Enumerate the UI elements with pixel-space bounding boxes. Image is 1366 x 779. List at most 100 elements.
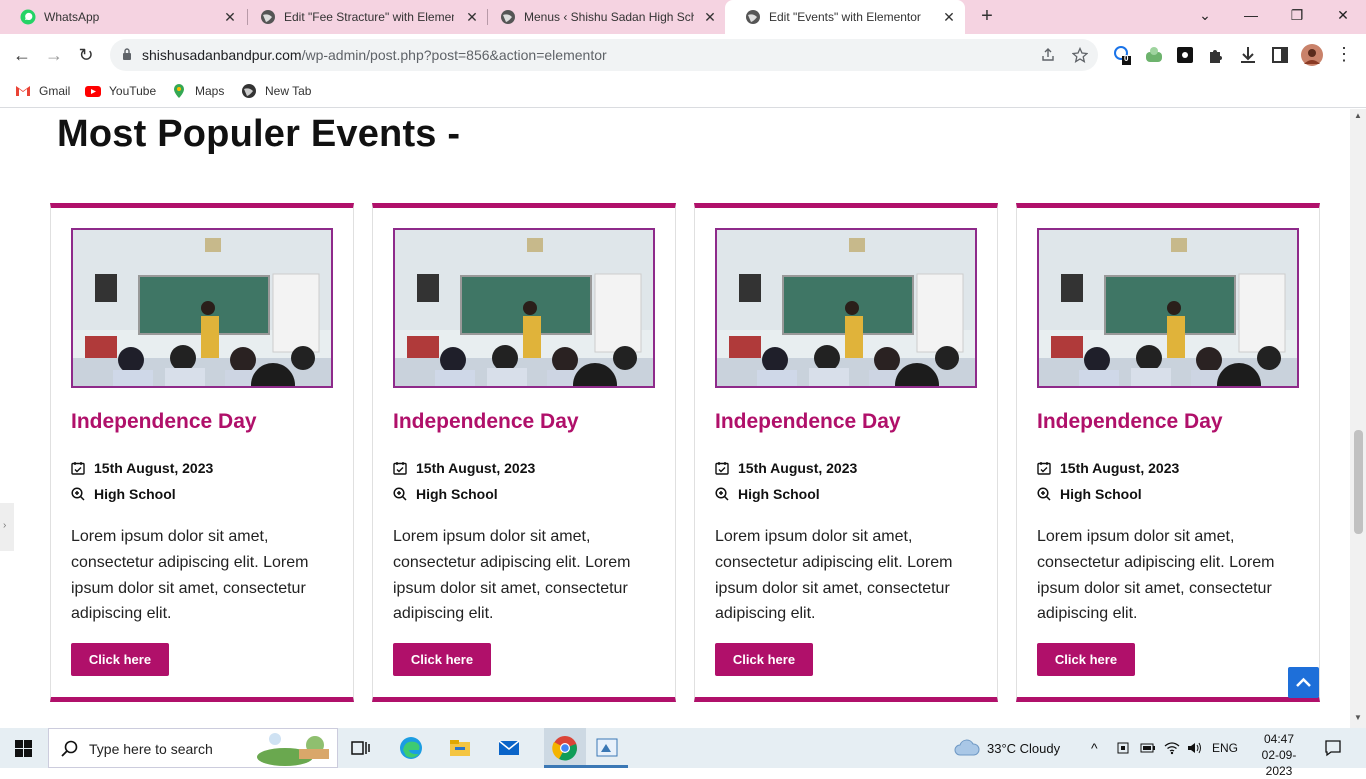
click-here-button[interactable]: Click here (393, 643, 491, 676)
extension-dark-icon[interactable] (1174, 44, 1196, 66)
page-content: Most Populer Events - › Independence Day… (0, 109, 1350, 728)
click-here-button[interactable]: Click here (71, 643, 169, 676)
tray-chevron-up-icon[interactable]: ^ (1091, 728, 1098, 768)
url-host: shishusadanbandpur.com (142, 47, 302, 63)
tab-fee-structure[interactable]: Edit "Fee Stracture" with Element ✕ (240, 0, 488, 34)
bookmark-youtube[interactable]: YouTube (85, 83, 156, 99)
wifi-icon[interactable] (1164, 728, 1180, 768)
scroll-up-arrow-icon[interactable]: ▲ (1354, 111, 1362, 120)
tray-device-icon[interactable] (1116, 728, 1130, 768)
scroll-to-top-button[interactable] (1288, 667, 1319, 698)
youtube-icon (85, 86, 101, 97)
search-plus-icon (1037, 487, 1051, 501)
event-image[interactable] (715, 228, 977, 388)
event-description: Lorem ipsum dolor sit amet, consectetur … (393, 528, 631, 623)
clock-time: 04:47 (1263, 732, 1295, 746)
clock-date: 02-09-2023 (1261, 748, 1297, 778)
url-text: shishusadanbandpur.com/wp-admin/post.php… (142, 47, 607, 63)
language-indicator[interactable]: ENG (1212, 728, 1238, 768)
scroll-down-arrow-icon[interactable]: ▼ (1354, 713, 1362, 722)
task-view-icon[interactable] (346, 734, 374, 762)
event-category: High School (738, 486, 820, 502)
scrollbar-thumb[interactable] (1354, 430, 1363, 534)
notifications-icon[interactable] (1324, 728, 1342, 768)
event-title[interactable]: Independence Day (71, 410, 257, 434)
bookmark-maps[interactable]: Maps (171, 83, 224, 99)
star-icon[interactable] (1072, 47, 1088, 63)
close-icon[interactable]: ✕ (222, 9, 238, 25)
paint-app-icon[interactable] (593, 734, 621, 762)
puzzle-icon[interactable] (1205, 44, 1227, 66)
chrome-icon[interactable] (544, 728, 586, 768)
window-close-icon[interactable]: ✕ (1320, 0, 1366, 30)
event-description: Lorem ipsum dolor sit amet, consectetur … (1037, 528, 1275, 623)
url-path: /wp-admin/post.php?post=856&action=eleme… (301, 47, 607, 63)
search-plus-icon (71, 487, 85, 501)
side-panel-icon[interactable] (1269, 44, 1291, 66)
windows-logo-icon (15, 740, 32, 757)
weather-text: 33°C Cloudy (987, 740, 1061, 756)
calendar-check-icon (715, 462, 729, 475)
bookmark-gmail[interactable]: Gmail (15, 83, 70, 99)
bookmark-new-tab[interactable]: New Tab (241, 83, 311, 99)
globe-icon (260, 9, 276, 25)
reload-icon[interactable]: ↻ (73, 42, 99, 68)
close-icon[interactable]: ✕ (702, 9, 718, 25)
event-title[interactable]: Independence Day (715, 410, 901, 434)
new-tab-icon[interactable]: + (976, 6, 998, 28)
mail-icon[interactable] (495, 734, 523, 762)
download-icon[interactable] (1237, 44, 1259, 66)
file-explorer-icon[interactable] (446, 734, 474, 762)
restore-icon[interactable]: ❐ (1274, 0, 1320, 30)
back-arrow-icon[interactable]: ← (9, 42, 35, 68)
calendar-check-icon (71, 462, 85, 475)
side-panel-toggle[interactable]: › (0, 503, 14, 551)
chevron-down-icon[interactable]: ⌄ (1182, 0, 1228, 30)
close-icon[interactable]: ✕ (464, 9, 480, 25)
weather-widget[interactable]: 33°C Cloudy (954, 728, 1060, 768)
battery-icon[interactable] (1140, 728, 1156, 768)
bookmark-label: YouTube (109, 84, 157, 98)
close-icon[interactable]: ✕ (941, 9, 957, 25)
event-image[interactable] (71, 228, 333, 388)
event-image[interactable] (393, 228, 655, 388)
forward-arrow-icon[interactable]: → (41, 42, 67, 68)
tab-strip: WhatsApp ✕ Edit "Fee Stracture" with Ele… (0, 0, 1366, 34)
tab-title: Menus ‹ Shishu Sadan High Scho (524, 10, 694, 24)
bookmark-label: Gmail (39, 84, 71, 98)
extension-link-icon[interactable]: 0 (1112, 44, 1134, 66)
avatar[interactable] (1301, 44, 1323, 66)
classroom-photo-icon (717, 230, 975, 386)
taskbar-search-box[interactable]: Type here to search (48, 728, 338, 768)
tab-whatsapp[interactable]: WhatsApp ✕ (0, 0, 246, 34)
bookmark-label: New Tab (265, 84, 312, 98)
page-scrollbar[interactable]: ▲ ▼ (1350, 109, 1366, 728)
tab-title: WhatsApp (44, 10, 100, 24)
event-title[interactable]: Independence Day (1037, 410, 1223, 434)
event-image[interactable] (1037, 228, 1299, 388)
address-bar[interactable]: shishusadanbandpur.com/wp-admin/post.php… (110, 39, 1098, 71)
event-card: Independence Day 15th August, 2023 High … (372, 203, 676, 702)
extension-green-icon[interactable] (1143, 44, 1165, 66)
share-icon[interactable] (1040, 47, 1056, 63)
event-description: Lorem ipsum dolor sit amet, consectetur … (71, 528, 309, 623)
minimize-icon[interactable]: — (1228, 0, 1274, 30)
tab-menus[interactable]: Menus ‹ Shishu Sadan High Scho ✕ (480, 0, 726, 34)
extension-badge: 0 (1124, 54, 1129, 63)
click-here-button[interactable]: Click here (1037, 643, 1135, 676)
click-here-button[interactable]: Click here (715, 643, 813, 676)
event-date: 15th August, 2023 (738, 460, 858, 476)
kebab-menu-icon[interactable]: ⋮ (1333, 44, 1355, 66)
search-placeholder: Type here to search (89, 741, 213, 757)
event-date: 15th August, 2023 (94, 460, 214, 476)
lock-icon (123, 48, 131, 60)
event-title[interactable]: Independence Day (393, 410, 579, 434)
clock[interactable]: 04:47 02-09-2023 (1250, 731, 1308, 779)
event-category: High School (416, 486, 498, 502)
event-category-row: High School (1037, 486, 1142, 502)
classroom-photo-icon (1039, 230, 1297, 386)
edge-browser-icon[interactable] (397, 734, 425, 762)
start-button[interactable] (0, 728, 48, 768)
volume-icon[interactable] (1187, 728, 1203, 768)
tab-events-active[interactable]: Edit "Events" with Elementor ✕ (725, 0, 965, 34)
